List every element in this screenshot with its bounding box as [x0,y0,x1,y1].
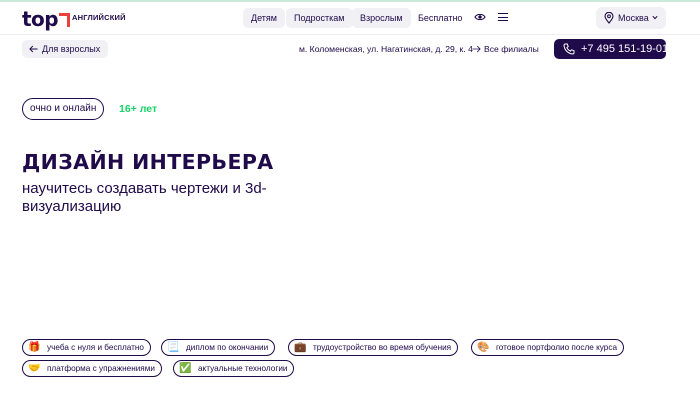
logo-subtitle: АНГЛИЙСКИЙ [72,13,126,22]
eye-icon[interactable] [474,11,486,23]
feature-chip: 🎁 учеба с нуля и бесплатно [22,339,151,356]
map-pin-icon [604,12,614,24]
arrow-left-icon [29,45,38,53]
palette-icon: 🎨 [477,342,490,353]
handshake-icon: 🤝 [28,363,41,374]
feature-chip: 💼 трудоустройство во время обучения [288,339,459,356]
nav-item-teens[interactable]: Подросткам [286,8,353,28]
menu-icon[interactable] [498,13,508,22]
top-accent-line [0,0,700,2]
logo-wordmark: top [22,7,59,31]
back-to-adults-button[interactable]: Для взрослых [22,40,109,58]
phone-number: +7 495 151-19-01 [581,43,669,55]
top-navigation-bar: top АНГЛИЙСКИЙ Детям Подросткам Взрослым… [0,0,700,35]
nav-item-kids[interactable]: Детям [243,8,285,28]
feature-chip: 🤝 платформа с упражнениями [22,360,162,377]
feature-chip: ✅ актуальные технологии [173,360,295,377]
feature-chip: 🎨 готовое портфолио после курса [471,339,624,356]
nav-item-free[interactable]: Бесплатно [418,8,462,28]
gift-icon: 🎁 [28,342,41,353]
page-subtitle: научитесь создавать чертежи и 3d-визуали… [22,180,267,215]
nav-item-adults[interactable]: Взрослым [352,8,411,28]
city-name: Москва [618,13,649,23]
course-format-tag: очно и онлайн [22,98,105,120]
phone-icon [563,43,575,55]
feature-chip-label: трудоустройство во время обучения [313,343,452,352]
age-label: 16+ лет [119,103,158,115]
feature-chip-label: учеба с нуля и бесплатно [47,343,144,352]
city-selector[interactable]: Москва [596,7,666,29]
feature-chip-label: платформа с упражнениями [47,364,155,373]
feature-chip: 📃 диплом по окончании [161,339,276,356]
chevron-down-icon [652,15,658,20]
check-mark-icon: ✅ [179,363,192,374]
feature-chip-label: готовое портфолио после курса [496,343,617,352]
phone-button[interactable]: +7 495 151-19-01 [554,39,669,59]
all-branches-link[interactable]: Все филиалы [484,44,539,54]
branch-address: м. Коломенская, ул. Нагатинская, д. 29, … [299,44,473,54]
logo[interactable]: top [22,5,73,31]
arrow-right-icon [472,45,481,53]
back-button-label: Для взрослых [42,44,101,54]
page-title: ДИЗАЙН ИНТЕРЬЕРА [22,150,274,174]
briefcase-icon: 💼 [294,342,307,353]
feature-chip-label: актуальные технологии [198,364,288,373]
feature-chip-label: диплом по окончании [186,343,269,352]
diploma-icon: 📃 [167,342,180,353]
